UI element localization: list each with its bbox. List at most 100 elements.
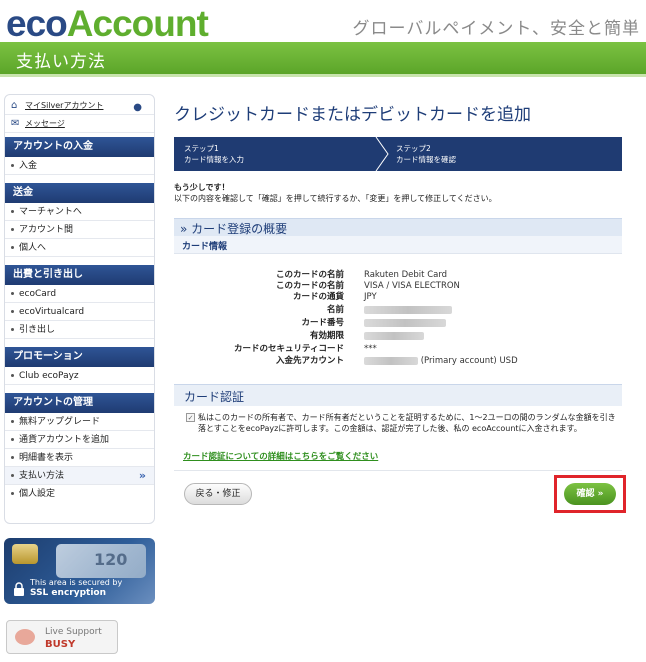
detail-row: カード番号 [174,318,622,329]
tagline: グローバルペイメント、安全と簡単 [352,19,640,39]
live-support-button[interactable]: Live Support BUSY [6,620,118,654]
sidebar-item-label: 無料アップグレード [19,417,101,427]
redacted-value [364,318,446,329]
bullet-icon [11,492,14,495]
sidebar-item-personal[interactable]: 個人へ [5,239,154,257]
detail-key: 名前 [326,305,344,315]
chat-bubble-icon [15,629,35,645]
page-title-bar: 支払い方法 [0,42,646,74]
detail-row: 入金先アカウント (Primary account) USD [174,356,622,367]
sidebar-item-my-account[interactable]: ⌂ マイSilverアカウント ● [5,97,154,115]
sidebar-item-ecocard[interactable]: ecoCard [5,285,154,303]
bullet-icon [11,438,14,441]
detail-row: 名前 [174,305,622,316]
sidebar-item-label: 支払い方法 [19,471,65,481]
redacted-value [364,331,424,342]
sidebar-item-label: アカウント間 [19,225,74,235]
sidebar-section-spend-withdraw: 出費と引き出し [5,265,154,285]
sidebar-section-account-management: アカウントの管理 [5,393,154,413]
confirm-button[interactable]: 確認 » [564,483,616,505]
sidebar-item-personal-settings[interactable]: 個人設定 [5,485,154,503]
summary-section-header: » カード登録の概要 [174,218,622,236]
sidebar-item-label: 個人へ [19,243,47,253]
sidebar-item-payment-methods[interactable]: 支払い方法 » [5,467,154,485]
ssl-line2: SSL encryption [30,588,106,598]
logo-account: Account [66,3,209,44]
divider [174,470,622,471]
sidebar-item-label: 明細書を表示 [19,453,74,463]
detail-value: VISA / VISA ELECTRON [364,281,460,291]
sidebar-item-label: 入金 [19,161,38,171]
card-auth-title: カード認証 [184,390,245,404]
page-heading: クレジットカードまたはデビットカードを追加 [174,105,531,125]
sidebar-section-promotion: プロモーション [5,347,154,367]
step-1: ステップ1 カード情報を入力 [184,143,244,165]
step-2: ステップ2 カード情報を確認 [396,143,456,165]
sidebar-section-deposit: アカウントの入金 [5,137,154,157]
chevron-right-icon: » [138,469,146,482]
card-info-title: カード情報 [182,242,228,252]
instruction-text: 以下の内容を確認して「確認」を押して続行するか、「変更」を押して修正してください… [174,194,497,203]
card-auth-details-link[interactable]: カード認証についての詳細はこちらをご覧ください [183,450,378,462]
live-support-status: BUSY [45,639,76,650]
sidebar-item-messages[interactable]: ✉ メッセージ [5,115,154,133]
bullet-icon [11,474,14,477]
sidebar-item-label: 引き出し [19,325,56,335]
consent-text: 私はこのカードの所有者で、カード所有者だということを証明するために、1〜2ユーロ… [198,413,616,433]
sidebar-item-deposit[interactable]: 入金 [5,157,154,175]
detail-row: カードの通貨 JPY [174,292,622,303]
ecoaccount-logo[interactable]: ecoAccount [6,3,209,44]
bullet-icon [11,210,14,213]
summary-title: » カード登録の概要 [180,222,288,236]
sidebar-item-label: Club ecoPayz [19,371,79,381]
sidebar-item-label: ecoVirtualcard [19,307,85,317]
card-chip-icon [12,544,38,564]
back-edit-button[interactable]: 戻る・修正 [184,483,252,505]
bullet-icon [11,374,14,377]
consent-checkbox[interactable]: ✓ [186,413,195,422]
step-1-desc: カード情報を入力 [184,155,244,164]
detail-key: カードのセキュリティコード [234,344,344,354]
sidebar-item-label: メッセージ [25,119,65,128]
sidebar-item-statements[interactable]: 明細書を表示 [5,449,154,467]
bullet-icon [11,420,14,423]
sidebar-item-add-currency[interactable]: 通貨アカウントを追加 [5,431,154,449]
detail-value: *** [364,344,377,354]
detail-row: 有効期限 [174,331,622,342]
account-label: (Primary account) USD [420,356,518,366]
detail-key: 有効期限 [309,331,344,341]
sidebar-item-label: ecoCard [19,289,57,299]
sidebar-item-ecovirtualcard[interactable]: ecoVirtualcard [5,303,154,321]
detail-row: このカードの名前 Rakuten Debit Card [174,270,622,281]
sidebar-item-free-upgrade[interactable]: 無料アップグレード [5,413,154,431]
ssl-banner: 120 This area is secured by SSL encrypti… [4,538,155,604]
bullet-icon [11,246,14,249]
step-1-label: ステップ1 [184,144,219,153]
detail-value: JPY [364,292,377,302]
detail-key: カードの通貨 [292,292,344,302]
bullet-icon [11,164,14,167]
live-support-label: Live Support [45,627,102,637]
sidebar-item-withdraw[interactable]: 引き出し [5,321,154,339]
logo-eco: eco [6,3,68,44]
home-icon: ⌂ [11,100,18,111]
card-auth-section-header: カード認証 [174,384,622,406]
detail-key: このカードの名前 [275,270,344,280]
credit-card-image: 120 [56,544,146,578]
page-title: 支払い方法 [16,52,106,72]
bullet-icon [11,328,14,331]
step-2-label: ステップ2 [396,144,431,153]
sidebar-item-club-ecopayz[interactable]: Club ecoPayz [5,367,154,385]
confirm-instructions: もう少しです！ 以下の内容を確認して「確認」を押して続行するか、「変更」を押して… [174,182,497,204]
redacted-value [364,305,452,316]
detail-key: 入金先アカウント [275,356,344,366]
card-info-header: カード情報 [174,236,622,254]
sidebar-item-merchant[interactable]: マーチャントへ [5,203,154,221]
sidebar-item-between-accounts[interactable]: アカウント間 [5,221,154,239]
detail-key: カード番号 [301,318,344,328]
sidebar-item-label: 個人設定 [19,489,56,499]
step-2-desc: カード情報を確認 [396,155,456,164]
almost-done-text: もう少しです！ [174,183,230,192]
sidebar-section-transfer: 送金 [5,183,154,203]
detail-row: このカードの名前 VISA / VISA ELECTRON [174,281,622,292]
